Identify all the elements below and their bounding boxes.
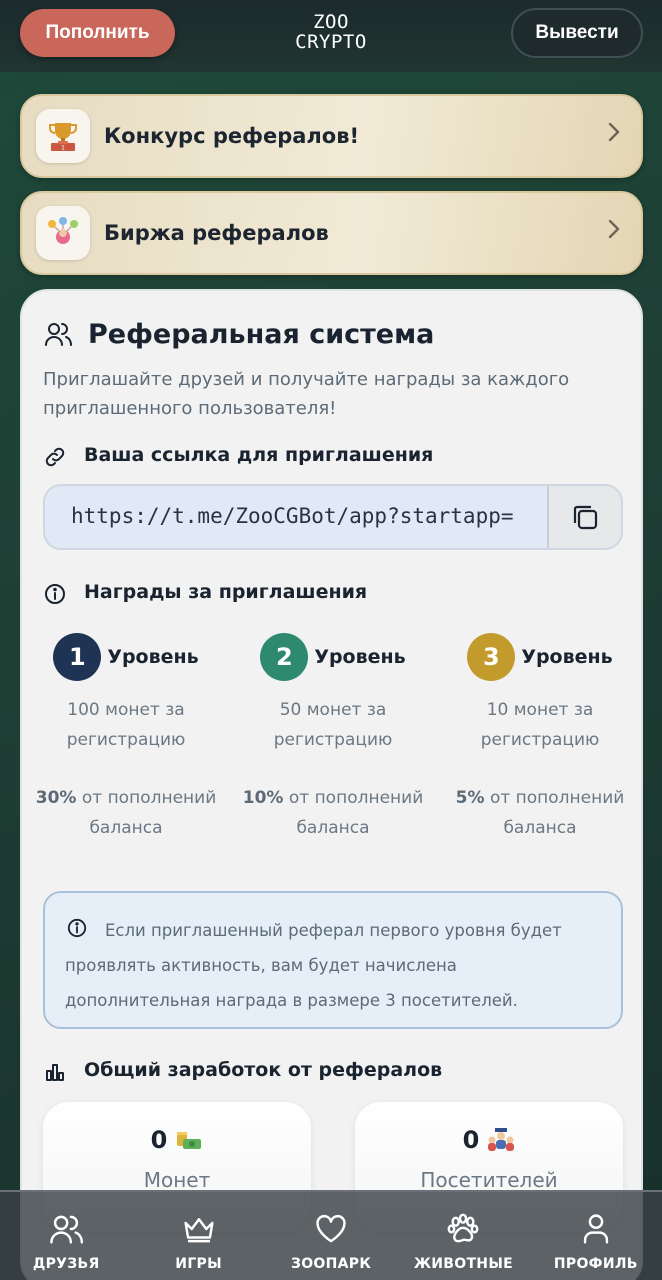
withdraw-button[interactable]: Вывести (511, 8, 643, 58)
nav-games[interactable]: ИГРЫ (132, 1192, 264, 1280)
nav-label: ЗООПАРК (290, 1256, 372, 1272)
info-icon (44, 583, 66, 609)
logo-line-1: ZOO (313, 11, 349, 33)
earnings-label: Посетителей (420, 1168, 558, 1192)
trophy-icon: 1 (36, 109, 90, 163)
nav-label: ИГРЫ (175, 1256, 222, 1272)
referral-exchange-icon (36, 206, 90, 260)
nav-profile[interactable]: ПРОФИЛЬ (530, 1192, 662, 1280)
earnings-heading: Общий заработок от рефералов (84, 1059, 443, 1081)
invite-link-field[interactable]: https://t.me/ZooCGBot/app?startapp= (43, 484, 623, 550)
chevron-right-icon (607, 217, 621, 247)
crown-icon (184, 1218, 214, 1243)
level-percent-text: от пополнений баланса (81, 788, 217, 838)
chart-icon (44, 1061, 66, 1087)
referral-contest-banner[interactable]: 1 Конкурс рефералов! (20, 94, 643, 178)
level-name: Уровень (314, 646, 406, 668)
level-percent: 10% (242, 788, 284, 808)
visitors-icon (488, 1128, 515, 1151)
users-icon (44, 320, 72, 352)
level-name: Уровень (107, 646, 199, 668)
level-3: 3 Уровень 10 монет за регистрацию 5% от … (440, 631, 640, 843)
level-badge: 2 (260, 633, 309, 681)
coins-icon (177, 1132, 202, 1149)
level-2: 2 Уровень 50 монет за регистрацию 10% от… (233, 631, 433, 843)
activity-bonus-notice: Если приглашенный реферал первого уровня… (43, 891, 623, 1029)
level-badge: 3 (467, 633, 516, 681)
level-name: Уровень (521, 646, 613, 668)
deposit-button[interactable]: Пополнить (20, 9, 175, 57)
level-percent: 5% (455, 788, 485, 808)
logo-line-2: CRYPTO (295, 31, 367, 53)
banner-label: Конкурс рефералов! (104, 124, 360, 148)
copy-icon (573, 505, 598, 530)
paw-icon (448, 1213, 479, 1243)
nav-label: ДРУЗЬЯ (32, 1256, 100, 1272)
notice-text: Если приглашенный реферал первого уровня… (65, 921, 562, 1010)
profile-icon (583, 1214, 608, 1244)
level-percent: 30% (35, 788, 77, 808)
level-registration-reward: 100 монет за регистрацию (66, 700, 186, 750)
level-percent-reward: 10% от пополнений баланса (233, 783, 433, 843)
nav-animals[interactable]: ЖИВОТНЫЕ (397, 1192, 529, 1280)
top-bar: Пополнить ZOO CRYPTO Вывести (0, 0, 662, 72)
page-subtitle: Приглашайте друзей и получайте награды з… (43, 369, 570, 419)
nav-label: ПРОФИЛЬ (553, 1256, 638, 1272)
earnings-value: 0 (462, 1126, 480, 1154)
nav-zoo[interactable]: ЗООПАРК (265, 1192, 397, 1280)
level-percent-reward: 30% от пополнений баланса (26, 783, 226, 843)
nav-label: ЖИВОТНЫЕ (413, 1256, 513, 1272)
level-percent-reward: 5% от пополнений баланса (440, 783, 640, 843)
chevron-right-icon (607, 120, 621, 150)
level-percent-text: от пополнений баланса (288, 788, 424, 838)
level-1: 1 Уровень 100 монет за регистрацию 30% о… (26, 631, 226, 843)
reward-levels: 1 Уровень 100 монет за регистрацию 30% о… (22, 631, 645, 841)
bottom-nav: ДРУЗЬЯ ИГРЫ ЗООПАРК ЖИВОТНЫЕ ПРОФИЛЬ (0, 1190, 662, 1280)
level-registration-reward: 10 монет за регистрацию (480, 700, 600, 750)
invite-link-text[interactable]: https://t.me/ZooCGBot/app?startapp= (71, 504, 547, 528)
copy-button[interactable] (547, 486, 621, 548)
rewards-heading: Награды за приглашения (84, 581, 368, 603)
friends-icon (50, 1215, 84, 1244)
level-registration-reward: 50 монет за регистрацию (273, 700, 393, 750)
level-percent-text: от пополнений баланса (489, 788, 625, 838)
link-heading: Ваша ссылка для приглашения (84, 444, 434, 466)
referral-system-card: Реферальная система Приглашайте друзей и… (20, 289, 643, 1280)
earnings-value: 0 (150, 1126, 168, 1154)
nav-friends[interactable]: ДРУЗЬЯ (0, 1192, 132, 1280)
logo: ZOO CRYPTO (281, 12, 381, 52)
level-badge: 1 (53, 633, 102, 681)
earnings-label: Монет (143, 1168, 211, 1192)
page-title: Реферальная система (88, 319, 435, 350)
referral-exchange-banner[interactable]: Биржа рефералов (20, 191, 643, 275)
banner-label: Биржа рефералов (104, 221, 329, 245)
heart-icon (316, 1214, 346, 1243)
link-icon (44, 446, 66, 472)
svg-text:1: 1 (61, 145, 65, 152)
